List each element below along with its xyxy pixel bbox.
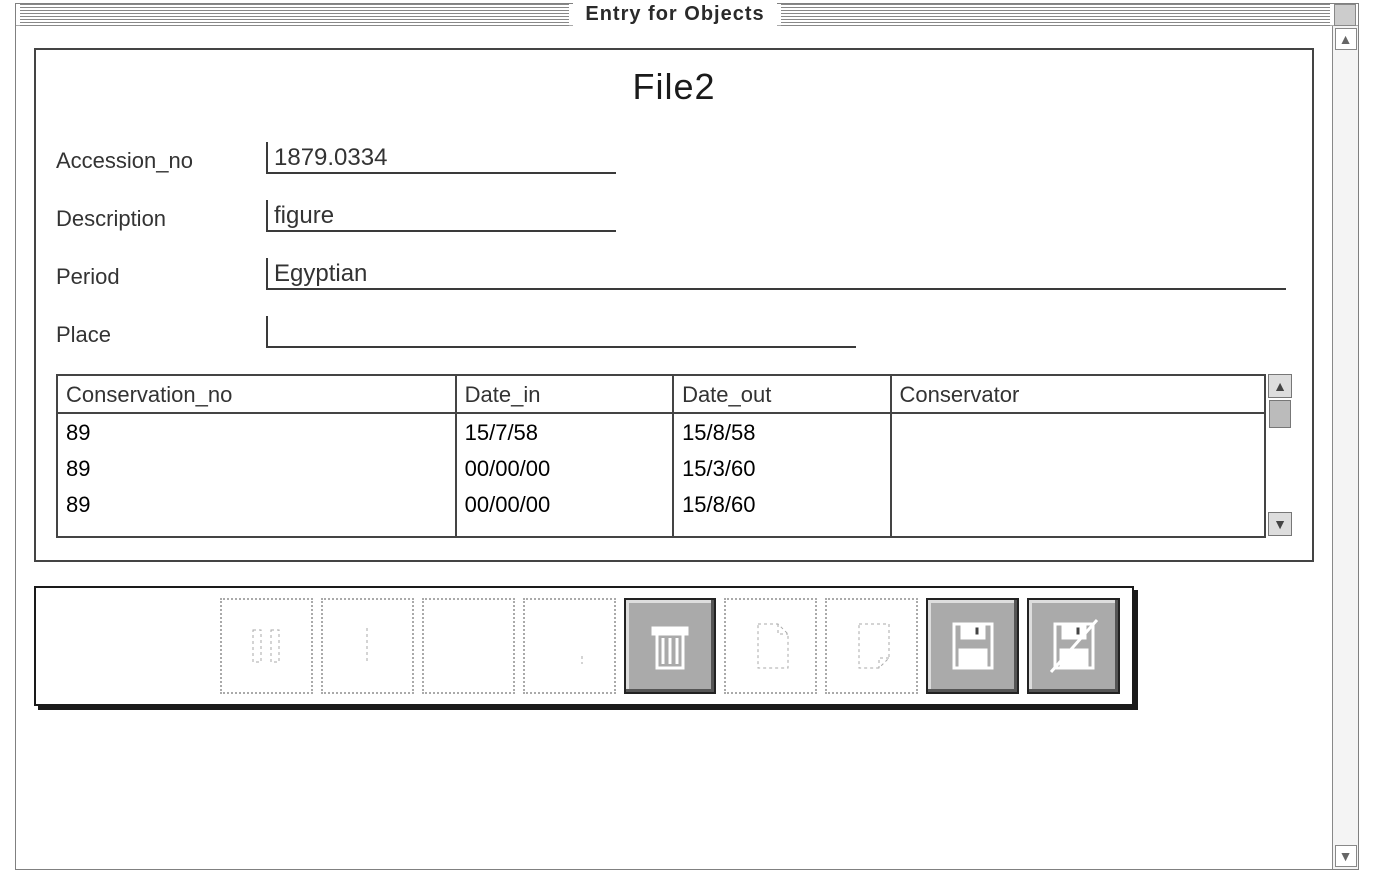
blank-icon — [441, 616, 495, 676]
delete-button[interactable] — [624, 598, 717, 694]
cell-conservation-no[interactable]: 89 — [57, 486, 456, 537]
floppy-icon — [946, 616, 1000, 676]
sub-table-wrap: Conservation_no Date_in Date_out Conserv… — [56, 374, 1292, 538]
cell-date-in[interactable]: 15/7/58 — [456, 413, 673, 450]
step-button[interactable] — [321, 598, 414, 694]
table-row[interactable]: 89 00/00/00 15/3/60 — [57, 450, 1265, 486]
cell-date-out[interactable]: 15/3/60 — [673, 450, 890, 486]
titlebar: Entry for Objects — [16, 4, 1358, 26]
table-scrollbar[interactable]: ▲ ▼ — [1268, 374, 1292, 538]
th-date-out: Date_out — [673, 375, 890, 413]
cell-conservator[interactable] — [891, 413, 1266, 450]
scroll-up-icon[interactable]: ▲ — [1335, 28, 1357, 50]
table-row[interactable]: 89 15/7/58 15/8/58 — [57, 413, 1265, 450]
blank-button-2[interactable] — [523, 598, 616, 694]
table-row[interactable]: 89 00/00/00 15/8/60 — [57, 486, 1265, 537]
divider-icon — [340, 616, 394, 676]
period-field[interactable] — [266, 258, 1286, 290]
titlebar-lines-right — [781, 4, 1330, 26]
label-accession-no: Accession_no — [56, 148, 266, 174]
window-title: Entry for Objects — [573, 3, 776, 26]
accession-no-field[interactable] — [266, 142, 616, 174]
scroll-down-icon[interactable]: ▼ — [1335, 845, 1357, 867]
trash-icon — [643, 616, 697, 676]
cell-conservation-no[interactable]: 89 — [57, 450, 456, 486]
cell-date-out[interactable]: 15/8/60 — [673, 486, 890, 537]
page-icon — [845, 616, 899, 676]
blank-button-1[interactable] — [422, 598, 515, 694]
cell-date-out[interactable]: 15/8/58 — [673, 413, 890, 450]
alt-icon — [542, 616, 596, 676]
label-description: Description — [56, 206, 266, 232]
label-place: Place — [56, 322, 266, 348]
cell-conservator[interactable] — [891, 450, 1266, 486]
form-frame: File2 Accession_no Description Period Pl… — [34, 48, 1314, 562]
th-conservator: Conservator — [891, 375, 1266, 413]
th-date-in: Date_in — [456, 375, 673, 413]
place-field[interactable] — [266, 316, 856, 348]
toolbar — [34, 586, 1134, 706]
cell-date-in[interactable]: 00/00/00 — [456, 486, 673, 537]
cell-date-in[interactable]: 00/00/00 — [456, 450, 673, 486]
scroll-down-icon[interactable]: ▼ — [1268, 512, 1292, 536]
scroll-up-icon[interactable]: ▲ — [1268, 374, 1292, 398]
conservation-table: Conservation_no Date_in Date_out Conserv… — [56, 374, 1266, 538]
window-scrollbar[interactable]: ▲ ▼ — [1332, 26, 1358, 869]
cancel-save-button[interactable] — [1027, 598, 1120, 694]
label-period: Period — [56, 264, 266, 290]
cell-conservator[interactable] — [891, 486, 1266, 537]
save-button[interactable] — [926, 598, 1019, 694]
new-page-icon — [744, 616, 798, 676]
zoom-box-icon[interactable] — [1334, 4, 1356, 26]
titlebar-lines-left — [20, 4, 569, 26]
pause-icon — [239, 616, 293, 676]
page-title: File2 — [56, 66, 1292, 108]
description-field[interactable] — [266, 200, 616, 232]
pause-button[interactable] — [220, 598, 313, 694]
page-button[interactable] — [825, 598, 918, 694]
window: Entry for Objects File2 Accession_no Des… — [15, 3, 1359, 870]
th-conservation-no: Conservation_no — [57, 375, 456, 413]
new-record-button[interactable] — [724, 598, 817, 694]
scroll-thumb[interactable] — [1269, 400, 1291, 428]
cell-conservation-no[interactable]: 89 — [57, 413, 456, 450]
floppy-cancel-icon — [1047, 616, 1101, 676]
